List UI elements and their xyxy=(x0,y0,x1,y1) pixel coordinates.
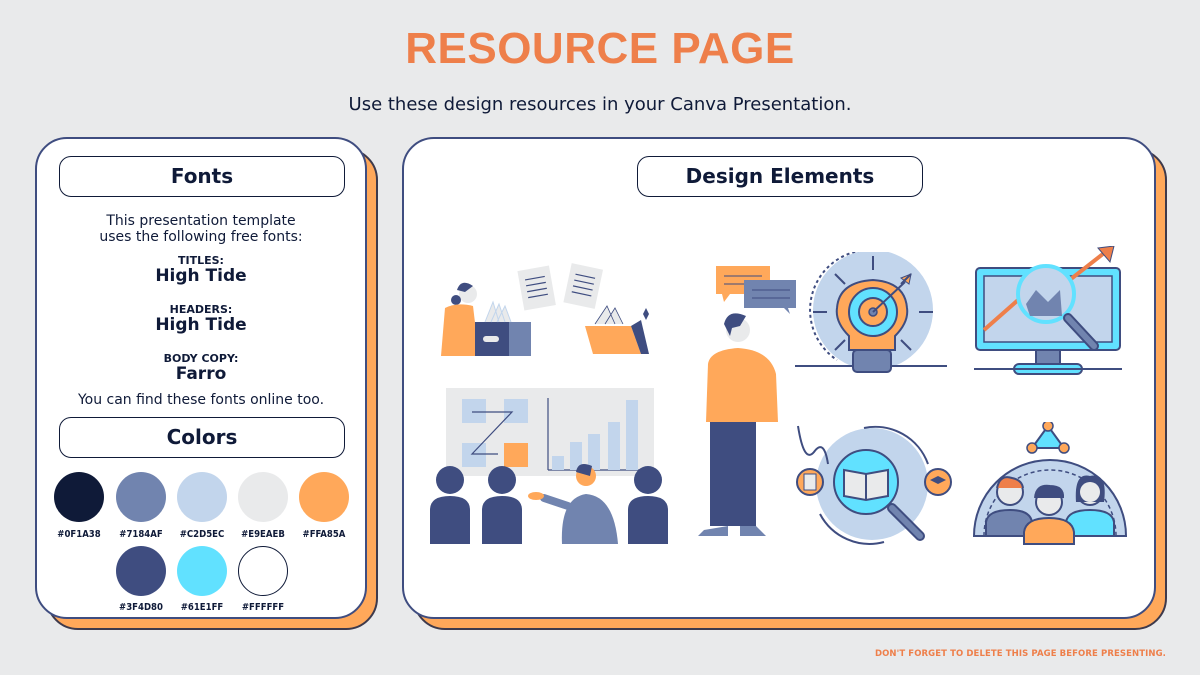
fonts-outro: You can find these fonts online too. xyxy=(77,392,325,408)
color-swatch xyxy=(238,472,288,522)
color-hex-label: #61E1FF xyxy=(180,602,224,613)
presentation-meeting-illustration xyxy=(430,388,668,544)
font-entry-name: High Tide xyxy=(155,315,247,335)
fonts-colors-card: Fonts This presentation template uses th… xyxy=(35,137,367,619)
document-icon xyxy=(563,263,604,309)
page-title: RESOURCE PAGE xyxy=(405,24,795,73)
color-hex-label: #3F4D80 xyxy=(119,602,163,613)
color-swatch xyxy=(116,546,166,596)
color-swatch xyxy=(238,546,288,596)
font-entry-body: BODY COPY: Farro xyxy=(37,353,365,384)
color-hex-label: #FFA85A xyxy=(302,529,346,540)
color-hex-label: #FFFFFF xyxy=(241,602,285,613)
audience-member-icon xyxy=(482,466,522,544)
font-entry-name: High Tide xyxy=(155,266,247,286)
speech-bubble-icon xyxy=(744,280,796,314)
design-elements-heading-text: Design Elements xyxy=(685,164,875,188)
color-hex-label: #C2D5EC xyxy=(179,529,225,540)
color-swatch xyxy=(299,472,349,522)
color-swatch xyxy=(116,472,166,522)
lightbulb-target-icon xyxy=(795,252,947,373)
fonts-heading: Fonts xyxy=(59,156,345,197)
fonts-intro: This presentation template uses the foll… xyxy=(37,213,365,245)
color-swatch xyxy=(177,546,227,596)
fonts-intro-line2: uses the following free fonts: xyxy=(99,229,303,245)
footer-note: DON'T FORGET TO DELETE THIS PAGE BEFORE … xyxy=(874,649,1166,659)
color-hex-label: #7184AF xyxy=(119,529,163,540)
font-entry-name: Farro xyxy=(175,364,227,384)
fonts-heading-text: Fonts xyxy=(170,164,234,188)
filing-documents-illustration xyxy=(441,263,649,356)
color-hex-label: #0F1A38 xyxy=(57,529,101,540)
colors-heading-text: Colors xyxy=(166,425,238,449)
page-subtitle: Use these design resources in your Canva… xyxy=(348,94,852,115)
color-hex-label: #E9EAEB xyxy=(241,529,285,540)
design-elements-heading: Design Elements xyxy=(637,156,923,197)
audience-member-icon xyxy=(628,466,668,544)
team-network-icon xyxy=(972,422,1128,545)
colors-heading: Colors xyxy=(59,417,345,458)
color-swatch xyxy=(54,472,104,522)
font-entry-titles: TITLES: High Tide xyxy=(37,255,365,286)
monitor-analytics-icon xyxy=(974,246,1122,375)
thinking-man-illustration xyxy=(698,266,796,536)
color-swatch xyxy=(177,472,227,522)
fonts-intro-line1: This presentation template xyxy=(106,213,296,229)
audience-member-icon xyxy=(430,466,470,544)
font-entry-headers: HEADERS: High Tide xyxy=(37,304,365,335)
book-search-cycle-icon xyxy=(796,425,952,545)
document-icon xyxy=(517,265,556,311)
